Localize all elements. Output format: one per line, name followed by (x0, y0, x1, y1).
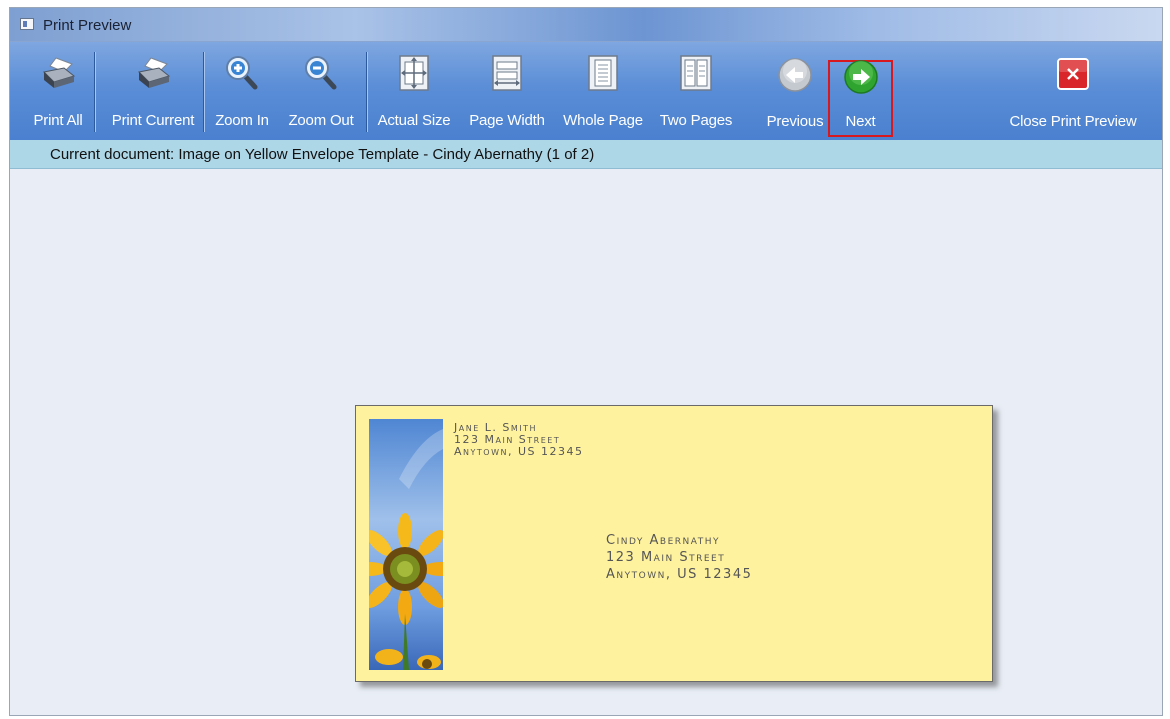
two-pages-icon (680, 55, 712, 91)
zoom-in-label: Zoom In (215, 112, 269, 129)
print-all-button[interactable]: Print All (18, 42, 98, 140)
close-print-preview-button[interactable]: Close Print Preview (1000, 42, 1146, 140)
preview-area[interactable]: Jane L. Smith 123 Main Street Anytown, U… (10, 169, 1162, 715)
whole-page-icon (588, 55, 618, 91)
close-icon (1057, 58, 1089, 90)
whole-page-button[interactable]: Whole Page (557, 42, 649, 140)
recipient-address-line: Anytown, US 12345 (606, 567, 753, 582)
return-address-line: Anytown, US 12345 (454, 445, 584, 458)
print-preview-window: Print Preview Print All Print Current Zo… (9, 7, 1163, 716)
previous-button[interactable]: Previous (762, 42, 828, 140)
print-all-label: Print All (33, 112, 83, 129)
previous-label: Previous (766, 113, 824, 130)
toolbar-separator (94, 52, 95, 132)
envelope-page: Jane L. Smith 123 Main Street Anytown, U… (355, 405, 993, 682)
toolbar: Print All Print Current Zoom In Zoom Out… (10, 42, 1162, 140)
print-current-label: Print Current (111, 112, 195, 129)
sunflower-image (369, 419, 443, 670)
recipient-address-line: Cindy Abernathy (606, 533, 720, 548)
next-button[interactable]: Next (828, 60, 893, 137)
page-width-icon (492, 55, 522, 91)
actual-size-button[interactable]: Actual Size (370, 42, 458, 140)
return-address: Jane L. Smith 123 Main Street Anytown, U… (454, 422, 584, 458)
whole-page-label: Whole Page (563, 112, 643, 129)
print-current-button[interactable]: Print Current (100, 42, 206, 140)
current-document-bar: Current document: Image on Yellow Envelo… (10, 140, 1162, 169)
recipient-address-line: 123 Main Street (606, 550, 726, 565)
two-pages-label: Two Pages (659, 112, 733, 129)
actual-size-icon (399, 55, 429, 91)
next-label: Next (845, 113, 876, 130)
arrow-left-icon (778, 58, 812, 92)
printer-icon (137, 57, 171, 88)
zoom-in-icon (226, 56, 258, 90)
zoom-out-label: Zoom Out (288, 112, 354, 129)
toolbar-separator (203, 52, 204, 132)
title-bar: Print Preview (10, 8, 1162, 42)
page-width-button[interactable]: Page Width (462, 42, 552, 140)
printer-icon (42, 57, 76, 88)
actual-size-label: Actual Size (377, 112, 451, 129)
zoom-out-button[interactable]: Zoom Out (278, 42, 364, 140)
toolbar-separator (366, 52, 367, 132)
current-document-text: Current document: Image on Yellow Envelo… (50, 146, 595, 163)
app-icon (20, 18, 34, 30)
close-print-preview-label: Close Print Preview (1009, 113, 1137, 130)
window-title: Print Preview (43, 17, 132, 34)
zoom-in-button[interactable]: Zoom In (207, 42, 277, 140)
page-width-label: Page Width (469, 112, 545, 129)
two-pages-button[interactable]: Two Pages (653, 42, 739, 140)
recipient-address: Cindy Abernathy 123 Main Street Anytown,… (606, 532, 752, 583)
sunflower-picture (369, 419, 443, 670)
zoom-out-icon (305, 56, 337, 90)
arrow-right-icon (843, 60, 878, 94)
